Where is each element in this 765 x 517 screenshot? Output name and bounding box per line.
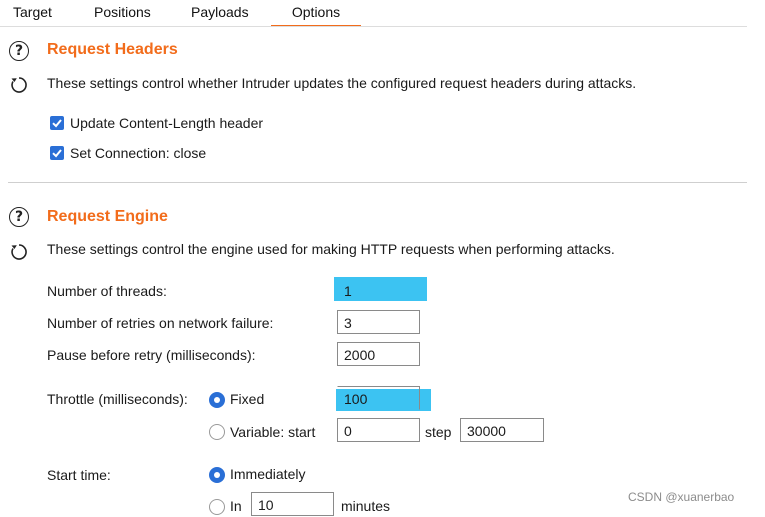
update-content-length-label: Update Content-Length header — [70, 115, 264, 131]
throttle-label: Throttle (milliseconds): — [47, 391, 188, 407]
throttle-fixed-input[interactable]: 100 — [337, 386, 420, 410]
pause-label: Pause before retry (milliseconds): — [47, 347, 256, 363]
help-icon[interactable]: ? — [9, 207, 29, 227]
help-icon[interactable]: ? — [9, 41, 29, 61]
start-time-label: Start time: — [47, 467, 111, 483]
tab-bar: Target Positions Payloads Options — [0, 0, 747, 27]
tabs-divider — [0, 26, 747, 27]
threads-label: Number of threads: — [47, 283, 167, 299]
throttle-step-label: step — [425, 424, 452, 440]
throttle-variable-start-input[interactable]: 0 — [337, 418, 420, 442]
section-divider — [8, 182, 747, 183]
section-title-request-headers: Request Headers — [47, 41, 178, 58]
refresh-icon[interactable] — [8, 74, 30, 96]
section-description-request-engine: These settings control the engine used f… — [47, 241, 615, 257]
section-title-request-engine: Request Engine — [47, 208, 168, 225]
start-in-unit: minutes — [341, 498, 391, 514]
retries-label: Number of retries on network failure: — [47, 315, 274, 331]
start-immediately-label: Immediately — [230, 466, 306, 482]
set-connection-close-label: Set Connection: close — [70, 145, 207, 161]
tab-payloads[interactable]: Payloads — [191, 4, 249, 24]
watermark: CSDN @xuanerbao — [628, 490, 735, 504]
update-content-length-checkbox[interactable] — [50, 116, 64, 130]
throttle-variable-label: Variable: start — [230, 424, 316, 440]
section-description-request-headers: These settings control whether Intruder … — [47, 75, 637, 91]
checkmark-icon — [52, 149, 62, 158]
throttle-variable-radio[interactable] — [209, 424, 225, 440]
start-in-input[interactable]: 10 — [251, 492, 334, 516]
pause-input[interactable]: 2000 — [337, 342, 420, 366]
tab-positions[interactable]: Positions — [94, 4, 151, 24]
throttle-fixed-radio[interactable] — [209, 392, 225, 408]
throttle-fixed-label: Fixed — [230, 391, 265, 407]
tab-options[interactable]: Options — [271, 4, 361, 27]
checkmark-icon — [52, 119, 62, 128]
start-immediately-radio[interactable] — [209, 467, 225, 483]
retries-input[interactable]: 3 — [337, 310, 420, 334]
start-in-label: In — [230, 498, 242, 514]
throttle-step-input[interactable]: 30000 — [460, 418, 544, 442]
tab-target[interactable]: Target — [13, 4, 52, 24]
threads-input[interactable]: 1 — [337, 278, 420, 302]
set-connection-close-checkbox[interactable] — [50, 146, 64, 160]
refresh-icon[interactable] — [8, 241, 30, 263]
